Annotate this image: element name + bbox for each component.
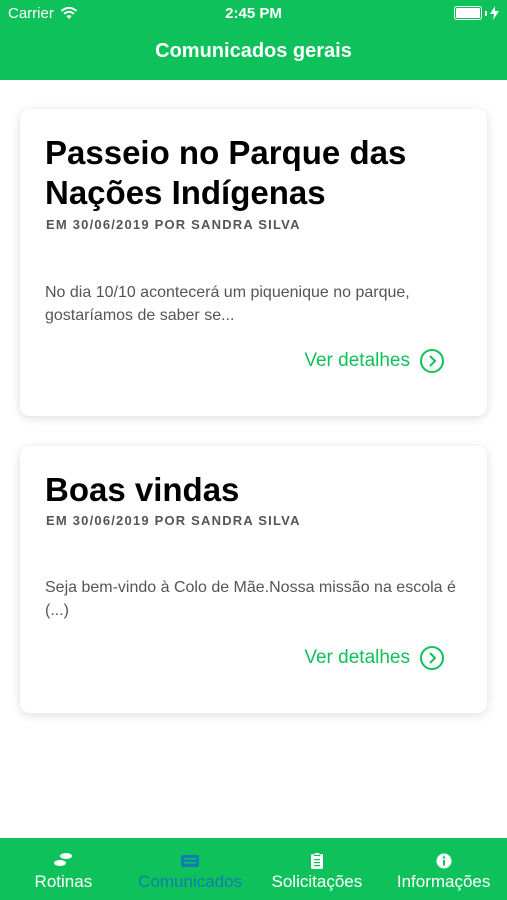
charging-icon bbox=[490, 6, 499, 20]
announcement-card[interactable]: Boas vindas EM 30/06/2019 POR SANDRA SIL… bbox=[20, 446, 487, 713]
card-meta: EM 30/06/2019 POR SANDRA SILVA bbox=[46, 513, 301, 528]
see-details-label: Ver detalhes bbox=[304, 350, 410, 371]
tab-label: Solicitações bbox=[271, 872, 363, 891]
tab-label: Informações bbox=[396, 872, 491, 891]
status-time: 2:45 PM bbox=[225, 5, 282, 22]
tab-bar: Rotinas Comunicados Solicitações Informa… bbox=[0, 838, 507, 900]
card-excerpt: Seja bem-vindo à Colo de Mãe.Nossa missã… bbox=[45, 579, 456, 619]
see-details-button[interactable]: Ver detalhes bbox=[304, 646, 444, 670]
info-icon bbox=[436, 852, 452, 870]
tab-rotinas[interactable]: Rotinas bbox=[0, 838, 127, 900]
card-title: Boas vindas bbox=[45, 471, 240, 508]
page-title: Comunicados gerais bbox=[155, 40, 352, 62]
tab-label: Rotinas bbox=[34, 872, 93, 891]
tab-comunicados[interactable]: Comunicados bbox=[127, 838, 254, 900]
status-bar: Carrier 2:45 PM bbox=[0, 0, 507, 28]
message-icon bbox=[180, 852, 200, 870]
card-meta: EM 30/06/2019 POR SANDRA SILVA bbox=[46, 217, 301, 232]
card-excerpt: No dia 10/10 acontecerá um piquenique no… bbox=[45, 284, 410, 324]
top-bar: Carrier 2:45 PM Comunicados gerais bbox=[0, 0, 507, 80]
chevron-right-icon bbox=[420, 646, 444, 670]
clipboard-icon bbox=[310, 852, 324, 870]
chevron-right-icon bbox=[420, 349, 444, 373]
battery-icon bbox=[454, 6, 499, 20]
announcement-card[interactable]: Passeio no Parque das Nações Indígenas E… bbox=[20, 109, 487, 416]
see-details-label: Ver detalhes bbox=[304, 647, 410, 668]
announcement-list[interactable]: Passeio no Parque das Nações Indígenas E… bbox=[0, 80, 507, 838]
tab-solicitacoes[interactable]: Solicitações bbox=[254, 838, 381, 900]
tab-informacoes[interactable]: Informações bbox=[380, 838, 507, 900]
routine-icon bbox=[52, 852, 74, 870]
tab-label: Comunicados bbox=[138, 872, 243, 891]
see-details-button[interactable]: Ver detalhes bbox=[304, 349, 444, 373]
card-title: Passeio no Parque das Nações Indígenas bbox=[45, 134, 407, 211]
